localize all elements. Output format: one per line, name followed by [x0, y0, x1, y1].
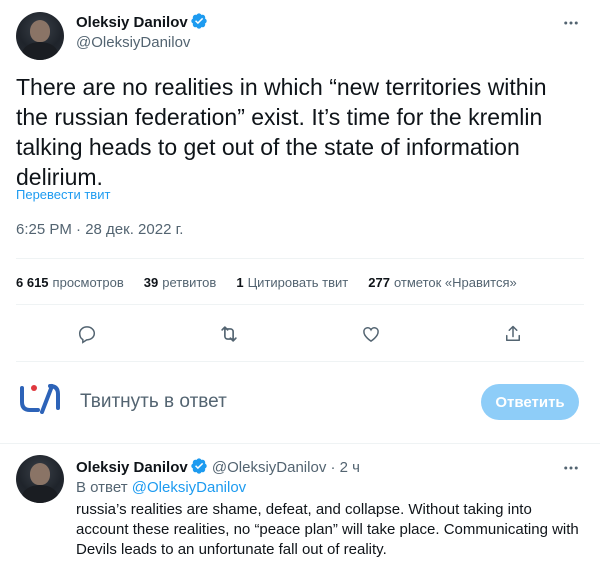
tweet-stats: 6 615 просмотров 39 ретвитов 1 Цитировать т…	[16, 275, 517, 290]
reply-tweet[interactable]: Oleksiy Danilov @OleksiyDanilov · 2 ч В …	[0, 443, 600, 561]
views-label: просмотров	[52, 275, 124, 290]
likes-label: отметок «Нравится»	[393, 275, 517, 290]
views-stat[interactable]: 6 615 просмотров	[16, 275, 124, 290]
avatar[interactable]	[16, 455, 64, 503]
views-count: 6 615	[16, 275, 49, 290]
reply-text: russia’s realities are shame, defeat, an…	[76, 501, 579, 558]
author-block[interactable]: Oleksiy Danilov @OleksiyDanilov	[76, 12, 208, 51]
retweets-count: 39	[143, 275, 159, 290]
like-icon	[363, 327, 379, 342]
more-icon	[564, 466, 578, 470]
reply-submit-button[interactable]: Ответить	[481, 384, 579, 420]
more-icon	[564, 21, 578, 25]
reply-time[interactable]: 2 ч	[340, 459, 360, 476]
app-logo-icon[interactable]	[18, 382, 62, 414]
retweets-label: ретвитов	[162, 275, 217, 290]
author-handle[interactable]: @OleksiyDanilov	[76, 34, 208, 51]
reply-to-handle-link[interactable]: @OleksiyDanilov	[132, 479, 246, 496]
more-button[interactable]	[556, 453, 586, 483]
tweet-actions	[16, 317, 584, 351]
share-icon	[506, 325, 520, 341]
divider	[16, 258, 584, 259]
divider	[16, 304, 584, 305]
share-button[interactable]	[496, 317, 530, 351]
reply-icon	[78, 326, 96, 344]
reply-header: Oleksiy Danilov @OleksiyDanilov · 2 ч	[76, 457, 360, 476]
quotes-count: 1	[236, 275, 244, 290]
likes-count: 277	[368, 275, 390, 290]
avatar[interactable]	[16, 12, 64, 60]
separator: ·	[330, 459, 336, 476]
retweet-button[interactable]	[212, 317, 246, 351]
retweets-stat[interactable]: 39 ретвитов	[144, 275, 217, 290]
likes-stat[interactable]: 277 отметок «Нравится»	[368, 275, 517, 290]
reply-button[interactable]	[70, 317, 104, 351]
more-button[interactable]	[556, 8, 586, 38]
author-name[interactable]: Oleksiy Danilov	[76, 459, 188, 476]
reply-composer: Твитнуть в ответ Ответить	[0, 362, 600, 442]
verified-badge-icon	[191, 13, 207, 29]
reply-to-prefix: В ответ	[76, 479, 128, 496]
reply-input[interactable]: Твитнуть в ответ	[80, 391, 227, 413]
author-handle[interactable]: @OleksiyDanilov	[212, 459, 326, 476]
verified-badge-icon	[191, 458, 207, 474]
like-button[interactable]	[354, 317, 388, 351]
tweet-text: There are no realities in which “new ter…	[16, 74, 547, 190]
quotes-stat[interactable]: 1 Цитировать твит	[236, 275, 348, 290]
translate-link[interactable]: Перевести твит	[16, 187, 110, 202]
reply-to-line: В ответ @OleksiyDanilov	[76, 479, 246, 496]
quotes-label: Цитировать твит	[247, 275, 349, 290]
retweet-icon	[221, 326, 237, 342]
tweet-timestamp[interactable]: 6:25 PM · 28 дек. 2022 г.	[16, 221, 183, 238]
author-name[interactable]: Oleksiy Danilov	[76, 14, 188, 31]
